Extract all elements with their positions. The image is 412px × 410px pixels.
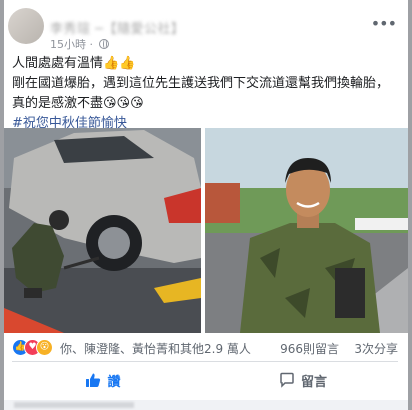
- reaction-names[interactable]: 你、陳澄隆、黃怡菁和其他2.9 萬人: [60, 340, 251, 357]
- wow-icon: 😮: [36, 339, 53, 356]
- post-timestamp[interactable]: 15小時: [50, 38, 86, 51]
- separator-dot: ·: [89, 38, 97, 51]
- author-name[interactable]: 李秀瑄 ─【隨愛公社】: [50, 18, 184, 37]
- reaction-icons[interactable]: 👍 ♥ 😮: [12, 339, 58, 357]
- comment-preview: [14, 402, 134, 408]
- shares-count[interactable]: 3次分享: [354, 342, 398, 356]
- post-header: 李秀瑄 ─【隨愛公社】 15小時 · •••: [8, 8, 404, 51]
- post-text-line: 剛在國道爆胎，遇到這位先生護送我們下交流道還幫我們換輪胎，真的是感激不盡😘😘😘: [12, 76, 390, 111]
- post-meta: 15小時 ·: [50, 36, 109, 52]
- globe-icon: [98, 39, 109, 49]
- post-text-line: 人間處處有溫情👍👍: [12, 56, 136, 71]
- engagement-counts: 966則留言 3次分享: [280, 340, 398, 357]
- like-button-label: 讚: [107, 374, 121, 390]
- more-options-icon[interactable]: •••: [371, 14, 397, 33]
- comments-count[interactable]: 966則留言: [280, 342, 339, 356]
- photo-soldier[interactable]: [205, 128, 408, 333]
- comment-icon: [280, 372, 294, 388]
- post-text: 人間處處有溫情👍👍 剛在國道爆胎，遇到這位先生護送我們下交流道還幫我們換輪胎，真…: [12, 54, 398, 134]
- action-bar: 讚 留言: [8, 364, 404, 396]
- photo-soldier-image: [205, 128, 408, 333]
- thumbs-up-icon: [86, 373, 101, 387]
- reactions-bar: 👍 ♥ 😮 你、陳澄隆、黃怡菁和其他2.9 萬人 966則留言 3次分享: [12, 339, 398, 357]
- comment-button[interactable]: 留言: [208, 364, 398, 396]
- photo-tire-change[interactable]: [4, 128, 201, 333]
- photo-grid: [4, 128, 408, 333]
- author-avatar[interactable]: [8, 8, 44, 44]
- like-button[interactable]: 讚: [8, 364, 198, 396]
- photo-tire-change-image: [4, 128, 201, 333]
- comment-button-label: 留言: [300, 374, 327, 390]
- divider: [12, 361, 398, 362]
